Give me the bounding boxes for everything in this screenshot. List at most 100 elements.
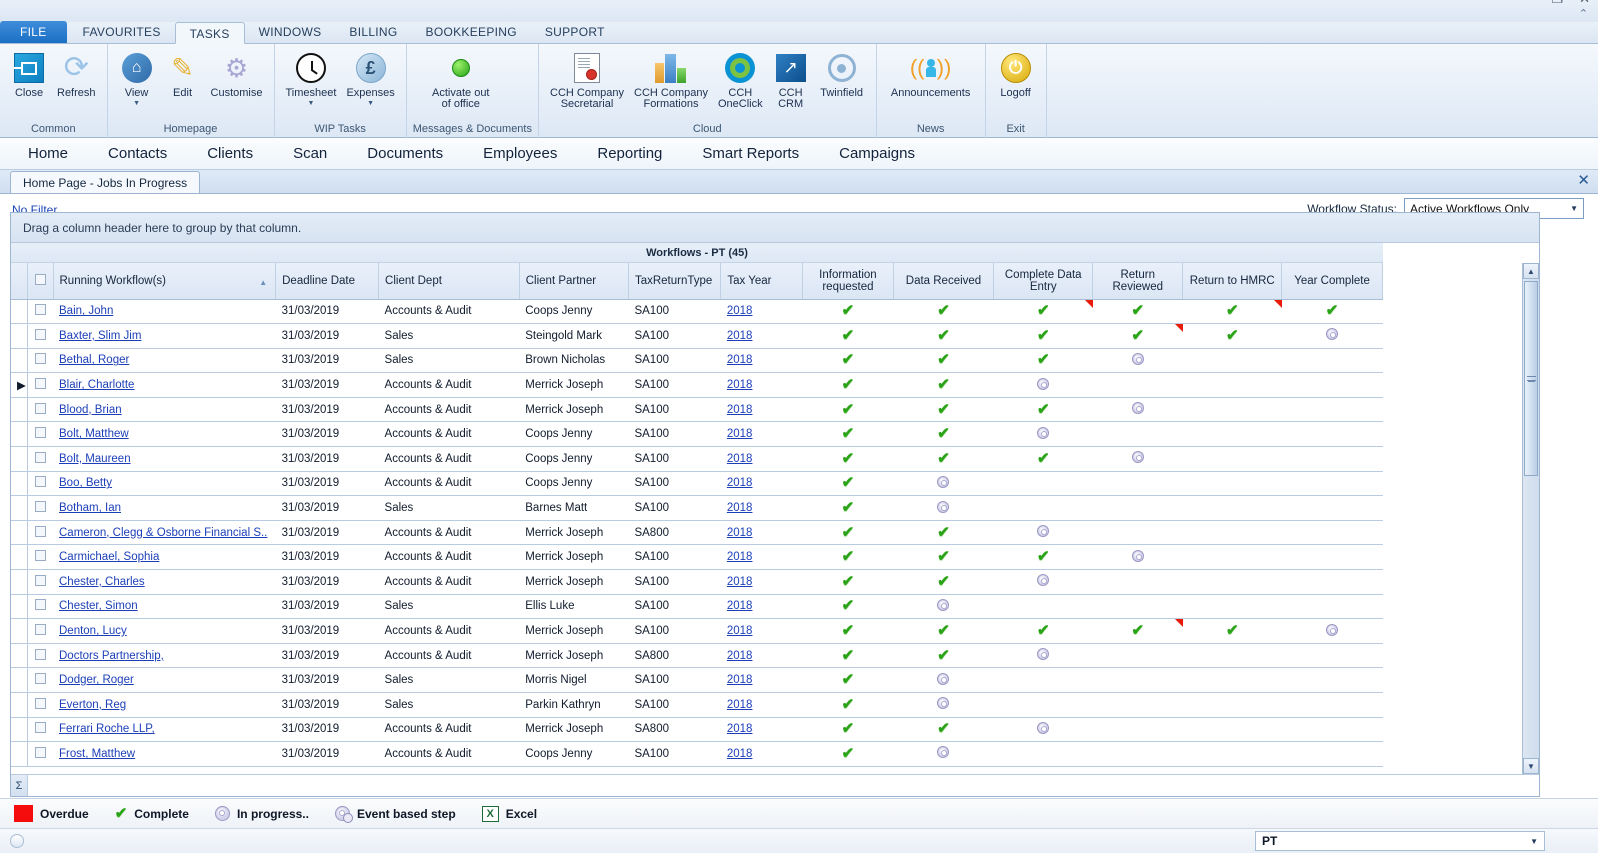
cell-return-reviewed[interactable] [1093,594,1183,619]
cell-running-workflow[interactable]: Dodger, Roger [53,668,276,693]
grid-vertical-scrollbar[interactable]: ▲ ▼ [1522,263,1539,774]
cell-year-complete[interactable] [1282,717,1383,742]
cell-data-received[interactable]: ✔ [893,717,994,742]
cell-return-reviewed[interactable]: ✔ [1093,619,1183,644]
cell-year-complete[interactable] [1282,668,1383,693]
cell-information-requested[interactable]: ✔ [803,643,893,668]
cell-return-reviewed[interactable] [1093,471,1183,496]
close-button[interactable]: Close [6,48,52,99]
cell-return-to-hmrc[interactable] [1183,422,1282,447]
checkbox-icon[interactable] [35,329,46,340]
column-header-tax-year[interactable]: Tax Year [721,263,803,299]
tax-year-link[interactable]: 2018 [727,748,753,760]
cell-return-to-hmrc[interactable]: ✔ [1183,299,1282,324]
announcements-button[interactable]: (( )) Announcements [883,48,979,99]
workflow-link[interactable]: Everton, Reg [59,699,126,711]
cell-return-reviewed[interactable] [1093,373,1183,398]
cell-return-to-hmrc[interactable] [1183,668,1282,693]
column-header-taxreturntype[interactable]: TaxReturnType [628,263,720,299]
table-row[interactable]: Ferrari Roche LLP,31/03/2019Accounts & A… [11,717,1383,742]
cell-tax-year[interactable]: 2018 [721,545,803,570]
column-header-client-dept[interactable]: Client Dept [379,263,520,299]
column-header-information-requested[interactable]: Information requested [803,263,893,299]
cell-return-reviewed[interactable] [1093,447,1183,472]
cell-return-to-hmrc[interactable] [1183,742,1282,767]
checkbox-icon[interactable] [35,476,46,487]
column-header-running-workflows[interactable]: Running Workflow(s) ▲ [53,263,276,299]
table-row[interactable]: Cameron, Clegg & Osborne Financial S..31… [11,520,1383,545]
expenses-button[interactable]: £ Expenses ▼ [341,48,399,107]
cell-complete-data-entry[interactable] [994,496,1093,521]
tax-year-link[interactable]: 2018 [727,330,753,342]
cell-return-reviewed[interactable] [1093,496,1183,521]
cell-tax-year[interactable]: 2018 [721,742,803,767]
ribbon-tab-billing[interactable]: BILLING [335,21,411,43]
row-checkbox[interactable] [28,742,53,767]
document-tab-home-page-jobs-in-progress[interactable]: Home Page - Jobs In Progress [10,171,200,193]
scrollbar-thumb[interactable] [1524,281,1538,476]
workflow-link[interactable]: Chester, Charles [59,576,145,588]
cell-return-to-hmrc[interactable] [1183,717,1282,742]
cell-year-complete[interactable] [1282,348,1383,373]
nav-item-campaigns[interactable]: Campaigns [819,138,935,170]
minimize-button[interactable]: — [1522,0,1535,5]
checkbox-icon[interactable] [35,304,46,315]
cell-complete-data-entry[interactable] [994,742,1093,767]
cell-tax-year[interactable]: 2018 [721,570,803,595]
cell-year-complete[interactable] [1282,742,1383,767]
table-row[interactable]: Carmichael, Sophia31/03/2019Accounts & A… [11,545,1383,570]
cell-information-requested[interactable]: ✔ [803,619,893,644]
cell-complete-data-entry[interactable] [994,373,1093,398]
cell-year-complete[interactable] [1282,496,1383,521]
checkbox-icon[interactable] [35,649,46,660]
cell-tax-year[interactable]: 2018 [721,594,803,619]
checkbox-icon[interactable] [35,378,46,389]
cell-running-workflow[interactable]: Doctors Partnership, [53,643,276,668]
cell-tax-year[interactable]: 2018 [721,397,803,422]
tax-year-link[interactable]: 2018 [727,699,753,711]
cell-return-reviewed[interactable] [1093,520,1183,545]
edit-button[interactable]: ✎ Edit [160,48,206,99]
cell-information-requested[interactable]: ✔ [803,373,893,398]
workflow-link[interactable]: Cameron, Clegg & Osborne Financial S.. [59,527,267,539]
cell-year-complete[interactable] [1282,520,1383,545]
checkbox-icon[interactable] [35,403,46,414]
cell-running-workflow[interactable]: Cameron, Clegg & Osborne Financial S.. [53,520,276,545]
cell-return-to-hmrc[interactable] [1183,693,1282,718]
cell-return-reviewed[interactable] [1093,422,1183,447]
workflow-link[interactable]: Denton, Lucy [59,625,127,637]
cell-running-workflow[interactable]: Chester, Simon [53,594,276,619]
cell-running-workflow[interactable]: Bolt, Matthew [53,422,276,447]
cell-data-received[interactable] [893,471,994,496]
cell-data-received[interactable] [893,693,994,718]
cell-year-complete[interactable] [1282,693,1383,718]
workflow-link[interactable]: Bethal, Roger [59,354,129,366]
ribbon-tab-bookkeeping[interactable]: BOOKKEEPING [412,21,531,43]
cell-tax-year[interactable]: 2018 [721,348,803,373]
scroll-up-button[interactable]: ▲ [1523,263,1539,279]
row-checkbox[interactable] [28,348,53,373]
checkbox-icon[interactable] [35,722,46,733]
table-row[interactable]: Bethal, Roger31/03/2019SalesBrown Nichol… [11,348,1383,373]
table-row[interactable]: Baxter, Slim Jim31/03/2019SalesSteingold… [11,324,1383,349]
row-checkbox[interactable] [28,717,53,742]
cell-complete-data-entry[interactable] [994,471,1093,496]
cell-running-workflow[interactable]: Bethal, Roger [53,348,276,373]
checkbox-icon[interactable] [35,747,46,758]
cell-complete-data-entry[interactable]: ✔ [994,447,1093,472]
select-all-header[interactable] [28,263,53,299]
legend-item-excel[interactable]: X Excel [482,806,537,822]
customise-button[interactable]: ⚙ Customise [206,48,268,99]
cell-running-workflow[interactable]: Chester, Charles [53,570,276,595]
cell-data-received[interactable]: ✔ [893,545,994,570]
cell-complete-data-entry[interactable] [994,693,1093,718]
cell-data-received[interactable]: ✔ [893,447,994,472]
cell-year-complete[interactable] [1282,594,1383,619]
cell-complete-data-entry[interactable] [994,717,1093,742]
row-checkbox[interactable] [28,520,53,545]
cell-return-reviewed[interactable] [1093,693,1183,718]
nav-item-clients[interactable]: Clients [187,138,273,170]
row-checkbox[interactable] [28,693,53,718]
cell-tax-year[interactable]: 2018 [721,520,803,545]
checkbox-icon[interactable] [35,698,46,709]
